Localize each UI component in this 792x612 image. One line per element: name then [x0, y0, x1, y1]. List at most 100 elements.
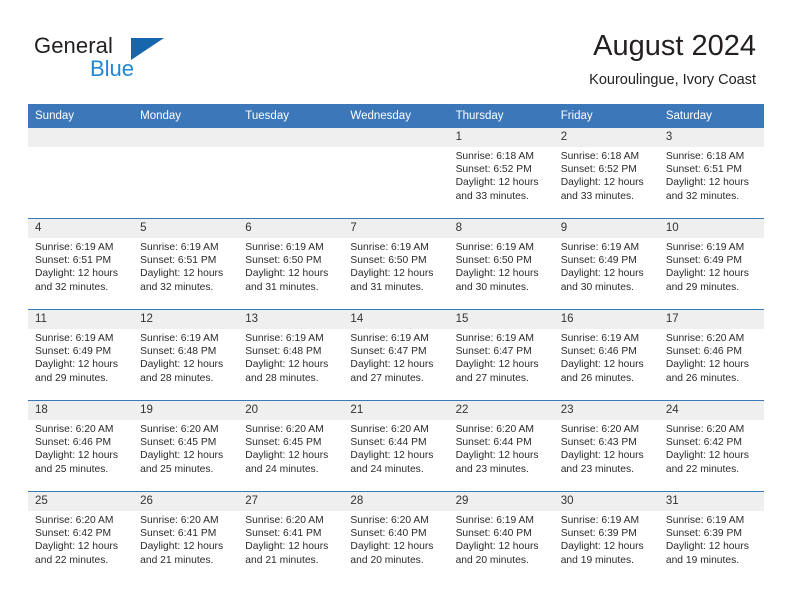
sunset-time: Sunset: 6:45 PM: [245, 437, 322, 449]
daylight-duration-line1: Daylight: 12 hours: [560, 541, 644, 553]
calendar-day-cell[interactable]: 1 Sunrise: 6:18 AM Sunset: 6:52 PM Daylight…: [448, 128, 554, 219]
daylight-duration-line2: and 31 minutes.: [350, 281, 424, 293]
sunrise-time: Sunrise: 6:19 AM: [245, 242, 324, 253]
daylight-duration-line2: and 21 minutes.: [245, 554, 319, 566]
day-number: 24: [658, 401, 764, 420]
calendar-day-cell[interactable]: 3 Sunrise: 6:18 AM Sunset: 6:51 PM Daylight…: [658, 128, 764, 219]
sunset-time: Sunset: 6:47 PM: [455, 346, 532, 358]
day-number: 28: [343, 492, 449, 511]
sunset-time: Sunset: 6:42 PM: [35, 528, 112, 540]
daylight-duration-line1: Daylight: 12 hours: [350, 541, 434, 553]
day-details: Sunrise: 6:20 AM Sunset: 6:46 PM Daylight:…: [659, 329, 764, 385]
daylight-duration-line1: Daylight: 12 hours: [455, 177, 539, 189]
calendar-day-cell[interactable]: 9 Sunrise: 6:19 AM Sunset: 6:49 PM Daylight…: [553, 218, 659, 310]
calendar-day-cell[interactable]: 25 Sunrise: 6:20 AM Sunset: 6:42 PM Dayligh…: [28, 491, 134, 582]
daylight-duration-line2: and 30 minutes.: [560, 281, 634, 293]
day-number: 5: [133, 219, 239, 238]
daylight-duration-line2: and 23 minutes.: [455, 463, 529, 475]
day-details: Sunrise: 6:19 AM Sunset: 6:51 PM Daylight:…: [133, 238, 238, 294]
sunset-time: Sunset: 6:51 PM: [35, 255, 112, 267]
calendar-day-cell[interactable]: 30 Sunrise: 6:19 AM Sunset: 6:39 PM Dayligh…: [553, 491, 659, 582]
calendar-day-cell[interactable]: 27 Sunrise: 6:20 AM Sunset: 6:41 PM Dayligh…: [238, 491, 344, 582]
calendar-day-cell[interactable]: 6 Sunrise: 6:19 AM Sunset: 6:50 PM Daylight…: [238, 218, 344, 310]
calendar-cell-empty: [28, 128, 134, 219]
calendar-day-cell[interactable]: 5 Sunrise: 6:19 AM Sunset: 6:51 PM Daylight…: [133, 218, 239, 310]
calendar-day-cell[interactable]: 31 Sunrise: 6:19 AM Sunset: 6:39 PM Dayligh…: [658, 491, 764, 582]
calendar-day-cell[interactable]: 24 Sunrise: 6:20 AM Sunset: 6:42 PM Dayligh…: [658, 400, 764, 492]
calendar-week-row: 1 Sunrise: 6:18 AM Sunset: 6:52 PM Daylight…: [28, 128, 764, 219]
daylight-duration-line1: Daylight: 12 hours: [35, 450, 118, 462]
page-title: August 2024: [593, 30, 756, 62]
daylight-duration-line2: and 19 minutes.: [560, 554, 634, 566]
day-number: 20: [238, 401, 344, 420]
calendar-day-cell[interactable]: 2 Sunrise: 6:18 AM Sunset: 6:52 PM Daylight…: [553, 128, 659, 219]
sunset-time: Sunset: 6:50 PM: [350, 255, 427, 267]
calendar-day-cell[interactable]: 18 Sunrise: 6:20 AM Sunset: 6:46 PM Dayligh…: [28, 400, 134, 492]
calendar-week-row: 18 Sunrise: 6:20 AM Sunset: 6:46 PM Dayligh…: [28, 400, 764, 492]
day-number: 25: [28, 492, 134, 511]
general-blue-logo[interactable]: General Blue: [34, 33, 234, 85]
day-number: [343, 128, 449, 147]
sunset-time: Sunset: 6:41 PM: [245, 528, 322, 540]
calendar-day-cell[interactable]: 13 Sunrise: 6:19 AM Sunset: 6:48 PM Dayligh…: [238, 309, 344, 401]
page-subtitle: Kouroulingue, Ivory Coast: [589, 72, 756, 88]
day-details: Sunrise: 6:18 AM Sunset: 6:51 PM Daylight:…: [659, 147, 764, 203]
sunrise-time: Sunrise: 6:19 AM: [140, 333, 219, 344]
sunset-time: Sunset: 6:46 PM: [35, 437, 112, 449]
calendar-day-cell[interactable]: 7 Sunrise: 6:19 AM Sunset: 6:50 PM Daylight…: [343, 218, 449, 310]
sunset-time: Sunset: 6:42 PM: [665, 437, 742, 449]
sunrise-time: Sunrise: 6:19 AM: [35, 242, 114, 253]
day-details: Sunrise: 6:19 AM Sunset: 6:50 PM Daylight:…: [343, 238, 448, 294]
day-number: 21: [343, 401, 449, 420]
calendar-day-cell[interactable]: 19 Sunrise: 6:20 AM Sunset: 6:45 PM Dayligh…: [133, 400, 239, 492]
calendar-day-cell[interactable]: 15 Sunrise: 6:19 AM Sunset: 6:47 PM Dayligh…: [448, 309, 554, 401]
daylight-duration-line1: Daylight: 12 hours: [35, 268, 118, 280]
calendar-day-cell[interactable]: 29 Sunrise: 6:19 AM Sunset: 6:40 PM Dayligh…: [448, 491, 554, 582]
daylight-duration-line2: and 26 minutes.: [665, 372, 740, 384]
calendar-day-cell[interactable]: 28 Sunrise: 6:20 AM Sunset: 6:40 PM Dayligh…: [343, 491, 449, 582]
daylight-duration-line1: Daylight: 12 hours: [35, 541, 118, 553]
sunset-time: Sunset: 6:50 PM: [245, 255, 322, 267]
calendar-day-cell[interactable]: 20 Sunrise: 6:20 AM Sunset: 6:45 PM Dayligh…: [238, 400, 344, 492]
sunrise-time: Sunrise: 6:18 AM: [560, 151, 640, 162]
sunset-time: Sunset: 6:51 PM: [140, 255, 217, 267]
calendar-day-cell[interactable]: 11 Sunrise: 6:19 AM Sunset: 6:49 PM Dayligh…: [28, 309, 134, 401]
daylight-duration-line1: Daylight: 12 hours: [245, 450, 329, 462]
daylight-duration-line1: Daylight: 12 hours: [350, 450, 434, 462]
calendar-week-row: 11 Sunrise: 6:19 AM Sunset: 6:49 PM Dayligh…: [28, 309, 764, 401]
day-number: 4: [28, 219, 134, 238]
daylight-duration-line2: and 23 minutes.: [560, 463, 634, 475]
calendar-day-cell[interactable]: 14 Sunrise: 6:19 AM Sunset: 6:47 PM Dayligh…: [343, 309, 449, 401]
calendar-day-cell[interactable]: 26 Sunrise: 6:20 AM Sunset: 6:41 PM Dayligh…: [133, 491, 239, 582]
day-number: 18: [28, 401, 134, 420]
sunrise-time: Sunrise: 6:20 AM: [455, 424, 534, 435]
daylight-duration-line2: and 19 minutes.: [665, 554, 740, 566]
daylight-duration-line2: and 32 minutes.: [665, 190, 740, 202]
calendar-day-cell[interactable]: 22 Sunrise: 6:20 AM Sunset: 6:44 PM Dayligh…: [448, 400, 554, 492]
calendar-day-cell[interactable]: 12 Sunrise: 6:19 AM Sunset: 6:48 PM Dayligh…: [133, 309, 239, 401]
daylight-duration-line1: Daylight: 12 hours: [560, 359, 644, 371]
day-number: 3: [658, 128, 764, 147]
sunset-time: Sunset: 6:52 PM: [455, 164, 532, 176]
daylight-duration-line1: Daylight: 12 hours: [665, 359, 749, 371]
weekday-header-friday: Friday: [553, 104, 659, 128]
calendar-day-cell[interactable]: 21 Sunrise: 6:20 AM Sunset: 6:44 PM Dayligh…: [343, 400, 449, 492]
day-number: 6: [238, 219, 344, 238]
logo-triangle-icon: [131, 38, 164, 60]
sunrise-time: Sunrise: 6:18 AM: [665, 151, 745, 162]
daylight-duration-line1: Daylight: 12 hours: [245, 541, 329, 553]
daylight-duration-line1: Daylight: 12 hours: [665, 177, 749, 189]
calendar-day-cell[interactable]: 10 Sunrise: 6:19 AM Sunset: 6:49 PM Dayligh…: [658, 218, 764, 310]
sunset-time: Sunset: 6:46 PM: [665, 346, 742, 358]
calendar-day-cell[interactable]: 17 Sunrise: 6:20 AM Sunset: 6:46 PM Dayligh…: [658, 309, 764, 401]
calendar-day-cell[interactable]: 4 Sunrise: 6:19 AM Sunset: 6:51 PM Daylight…: [28, 218, 134, 310]
sunrise-time: Sunrise: 6:20 AM: [350, 515, 429, 526]
sunset-time: Sunset: 6:40 PM: [350, 528, 427, 540]
day-details: Sunrise: 6:19 AM Sunset: 6:48 PM Daylight:…: [238, 329, 343, 385]
calendar-day-cell[interactable]: 8 Sunrise: 6:19 AM Sunset: 6:50 PM Daylight…: [448, 218, 554, 310]
calendar-day-cell[interactable]: 23 Sunrise: 6:20 AM Sunset: 6:43 PM Dayligh…: [553, 400, 659, 492]
daylight-duration-line1: Daylight: 12 hours: [140, 359, 224, 371]
day-details: Sunrise: 6:20 AM Sunset: 6:42 PM Daylight:…: [28, 511, 133, 567]
calendar-day-cell[interactable]: 16 Sunrise: 6:19 AM Sunset: 6:46 PM Dayligh…: [553, 309, 659, 401]
day-number: 2: [553, 128, 659, 147]
